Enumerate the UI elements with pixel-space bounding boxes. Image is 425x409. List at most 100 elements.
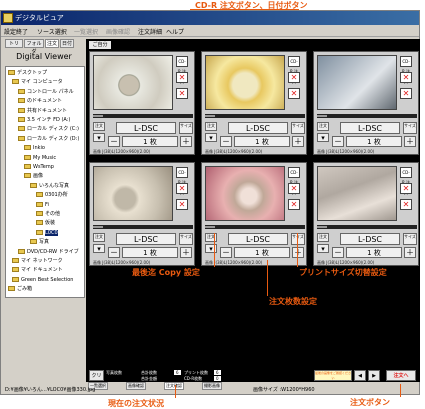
order-toggle-button[interactable]: 注文 — [317, 122, 329, 131]
print-size-field[interactable]: L-DSC — [340, 122, 400, 134]
order-all-button[interactable]: ▾ — [317, 244, 329, 253]
order-toggle-button[interactable]: 注文 — [205, 233, 217, 242]
qty-minus-button[interactable]: － — [220, 247, 232, 258]
print-size-field[interactable]: L-DSC — [116, 233, 176, 245]
zoom-slider[interactable] — [93, 114, 193, 118]
order-toggle-button[interactable]: 注文 — [205, 122, 217, 131]
tree-item[interactable]: ローカル ディスク (C:) — [18, 125, 79, 133]
cd-remove-icon[interactable]: ✕ — [400, 72, 412, 83]
tab-tree[interactable]: トリ — [5, 39, 23, 48]
cd-order-button[interactable]: CD-R 注文 — [288, 167, 300, 195]
order-all-button[interactable]: ▾ — [205, 244, 217, 253]
tree-item[interactable]: のドキュメント — [18, 97, 62, 105]
tree-item[interactable]: その他 — [36, 210, 60, 218]
qty-field[interactable]: 1 枚 — [346, 247, 402, 258]
qty-plus-button[interactable]: ＋ — [292, 136, 304, 147]
cd-order-button[interactable]: CD-R 注文 — [176, 167, 188, 195]
size-toggle-button[interactable]: サイズ — [403, 233, 417, 245]
menu-item-settings[interactable]: 設定終了 — [4, 27, 28, 36]
cd-remove-icon[interactable]: ✕ — [176, 183, 188, 194]
cd-remove-icon[interactable]: ✕ — [176, 72, 188, 83]
tree-item[interactable]: デスクトップ — [8, 69, 47, 77]
qty-minus-button[interactable]: － — [108, 136, 120, 147]
tab-date[interactable]: 日付 — [60, 39, 74, 48]
qty-plus-button[interactable]: ＋ — [180, 136, 192, 147]
photo-thumbnail[interactable] — [205, 55, 285, 110]
qty-field[interactable]: 1 枚 — [122, 136, 178, 147]
order-toggle-button[interactable]: 注文 — [93, 122, 105, 131]
qty-plus-button[interactable]: ＋ — [404, 247, 416, 258]
tree-item[interactable]: コントロール パネル — [18, 88, 74, 96]
menu-item-help[interactable]: ヘルプ — [166, 27, 184, 36]
print-size-field[interactable]: L-DSC — [340, 233, 400, 245]
date-remove-icon[interactable]: ✕ — [288, 88, 300, 99]
tree-item[interactable]: いろんな写真 — [30, 182, 69, 190]
order-all-button[interactable]: ▾ — [93, 244, 105, 253]
tree-item[interactable]: 画像 — [24, 172, 43, 180]
date-remove-icon[interactable]: ✕ — [400, 88, 412, 99]
tab-folder[interactable]: フォルダ — [24, 39, 44, 55]
date-remove-icon[interactable]: ✕ — [400, 199, 412, 210]
print-size-field[interactable]: L-DSC — [116, 122, 176, 134]
tree-item[interactable]: マイ コンピュータ — [12, 78, 63, 86]
tree-item[interactable]: Green Best Selection — [12, 276, 73, 284]
order-toggle-button[interactable]: 注文 — [317, 233, 329, 242]
tree-item[interactable]: DVD/CD-RW ドライブ — [18, 248, 79, 256]
prev-button[interactable]: ◀ — [354, 370, 366, 381]
order-all-button[interactable]: ▾ — [93, 133, 105, 142]
cd-order-button[interactable]: CD-R 注文 — [176, 56, 188, 84]
size-toggle-button[interactable]: サイズ — [179, 233, 193, 245]
tree-item[interactable]: マイ ドキュメント — [12, 266, 63, 274]
cd-remove-icon[interactable]: ✕ — [288, 72, 300, 83]
zoom-slider[interactable] — [317, 114, 417, 118]
zoom-slider[interactable] — [205, 225, 305, 229]
zoom-slider[interactable] — [93, 225, 193, 229]
photo-thumbnail[interactable] — [317, 166, 397, 221]
menu-item-image[interactable]: 画像確認 — [106, 27, 130, 36]
tree-item[interactable]: 0301办所 — [36, 191, 68, 199]
cd-remove-icon[interactable]: ✕ — [288, 183, 300, 194]
photo-thumbnail[interactable] — [93, 55, 173, 110]
tree-item[interactable]: マイ ネットワーク — [12, 257, 63, 265]
qty-minus-button[interactable]: － — [332, 136, 344, 147]
cd-remove-icon[interactable]: ✕ — [400, 183, 412, 194]
folder-tree[interactable]: デスクトップ マイ コンピュータコントロール パネル のドキュメント 共有ドキュメント… — [5, 66, 85, 298]
cd-order-button[interactable]: CD-R 注文 — [400, 56, 412, 84]
next-button[interactable]: ▶ — [368, 370, 380, 381]
qty-field[interactable]: 1 枚 — [234, 247, 290, 258]
qty-minus-button[interactable]: － — [220, 136, 232, 147]
qty-minus-button[interactable]: － — [108, 247, 120, 258]
order-all-button[interactable]: ▾ — [317, 133, 329, 142]
qty-minus-button[interactable]: － — [332, 247, 344, 258]
photo-thumbnail[interactable] — [205, 166, 285, 221]
tree-item[interactable]: ごみ箱 — [8, 285, 32, 293]
cd-order-button[interactable]: CD-R 注文 — [400, 167, 412, 195]
clear-button[interactable]: クリア — [89, 370, 104, 389]
qty-plus-button[interactable]: ＋ — [404, 136, 416, 147]
qty-field[interactable]: 1 枚 — [346, 136, 402, 147]
size-toggle-button[interactable]: サイズ — [179, 122, 193, 134]
tree-item[interactable]: 共有ドキュメント — [18, 107, 67, 115]
qty-plus-button[interactable]: ＋ — [180, 247, 192, 258]
tab-own[interactable]: ご自分 — [89, 41, 111, 49]
menu-item-list[interactable]: 一覧選択 — [74, 27, 98, 36]
tree-item[interactable]: ローカル ディスク (D:) — [18, 135, 79, 143]
zoom-slider[interactable] — [317, 225, 417, 229]
qty-plus-button[interactable]: ＋ — [292, 247, 304, 258]
zoom-slider[interactable] — [205, 114, 305, 118]
tree-item[interactable]: Inkio — [24, 144, 45, 152]
order-all-button[interactable]: ▾ — [205, 133, 217, 142]
tree-item[interactable]: 仮装 — [36, 219, 55, 227]
date-remove-icon[interactable]: ✕ — [176, 199, 188, 210]
menu-item-order[interactable]: 注文詳細 — [138, 27, 162, 36]
cd-order-button[interactable]: CD-R 注文 — [288, 56, 300, 84]
size-toggle-button[interactable]: サイズ — [291, 122, 305, 134]
tree-item[interactable]: My Music — [24, 154, 56, 162]
date-remove-icon[interactable]: ✕ — [288, 199, 300, 210]
qty-field[interactable]: 1 枚 — [122, 247, 178, 258]
tree-item[interactable]: 写真 — [30, 238, 49, 246]
tree-item[interactable]: 3.5 インチ FD (A:) — [18, 116, 70, 124]
qty-field[interactable]: 1 枚 — [234, 136, 290, 147]
tree-item[interactable]: Fi — [36, 201, 49, 209]
print-size-field[interactable]: L-DSC — [228, 122, 288, 134]
